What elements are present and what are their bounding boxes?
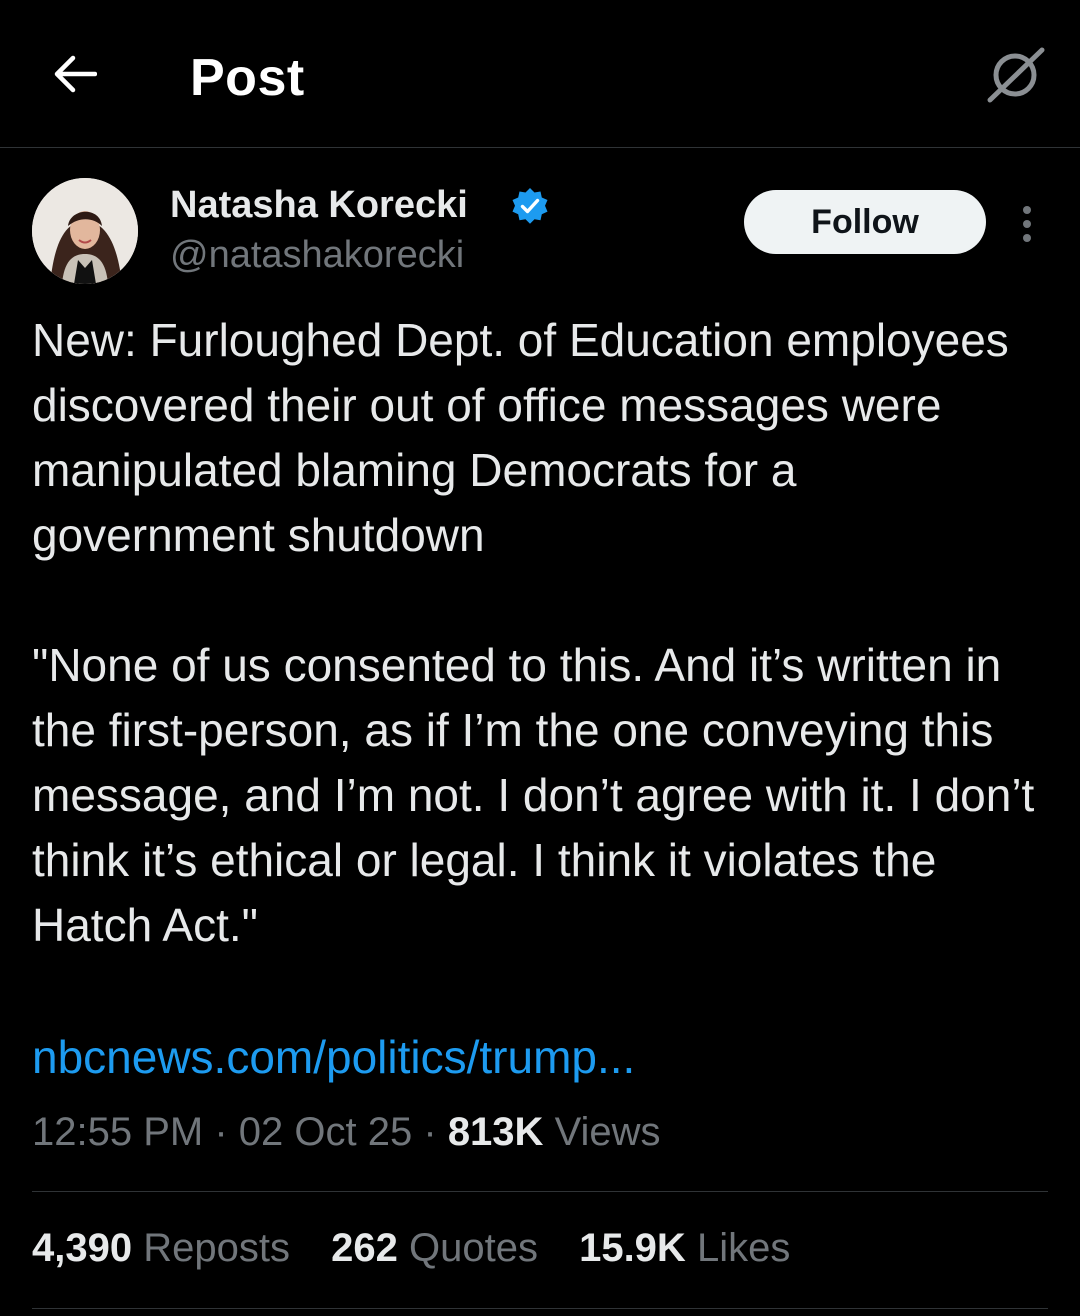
profile-photo	[32, 178, 138, 284]
tweet-paragraph: New: Furloughed Dept. of Education emplo…	[32, 314, 1009, 561]
likes-count: 15.9K	[579, 1226, 686, 1270]
page-title: Post	[190, 49, 305, 107]
meta-separator: ·	[214, 1110, 228, 1154]
verified-badge-icon	[512, 188, 548, 224]
likes-label: Likes	[696, 1226, 791, 1270]
handle[interactable]: @natashakorecki	[170, 234, 464, 277]
post-date[interactable]: 02 Oct 25	[239, 1110, 412, 1154]
back-button[interactable]	[46, 46, 102, 102]
quotes-count: 262	[331, 1226, 398, 1270]
more-vertical-icon	[1023, 206, 1031, 242]
divider	[32, 1308, 1048, 1309]
divider	[32, 1191, 1048, 1192]
reposts-count: 4,390	[32, 1226, 133, 1270]
follow-button[interactable]: Follow	[744, 190, 986, 254]
likes-stat[interactable]: 15.9K Likes	[579, 1226, 790, 1271]
reposts-label: Reposts	[143, 1226, 290, 1270]
tweet-text: New: Furloughed Dept. of Education emplo…	[32, 308, 1052, 958]
tweet-quote-paragraph: "None of us consented to this. And it’s …	[32, 639, 1035, 951]
grok-button[interactable]	[982, 42, 1048, 108]
display-name[interactable]: Natasha Korecki	[170, 184, 468, 227]
article-link[interactable]: nbcnews.com/politics/trump...	[32, 1030, 635, 1084]
post-time[interactable]: 12:55 PM	[32, 1110, 203, 1154]
meta-separator: ·	[423, 1110, 437, 1154]
top-bar: Post	[0, 0, 1080, 148]
engagement-stats: 4,390 Reposts 262 Quotes 15.9K Likes	[32, 1226, 820, 1271]
views-count[interactable]: 813K	[448, 1110, 544, 1154]
views-label: Views	[554, 1110, 661, 1154]
arrow-left-icon	[54, 55, 97, 93]
grok-slash-icon	[987, 47, 1045, 103]
quotes-stat[interactable]: 262 Quotes	[331, 1226, 538, 1271]
author-row: Natasha Korecki @natashakorecki Follow	[0, 178, 1080, 288]
quotes-label: Quotes	[408, 1226, 538, 1270]
avatar[interactable]	[32, 178, 138, 284]
reposts-stat[interactable]: 4,390 Reposts	[32, 1226, 290, 1271]
more-options-button[interactable]	[1006, 196, 1048, 252]
post-meta: 12:55 PM · 02 Oct 25 · 813K Views	[32, 1110, 661, 1155]
